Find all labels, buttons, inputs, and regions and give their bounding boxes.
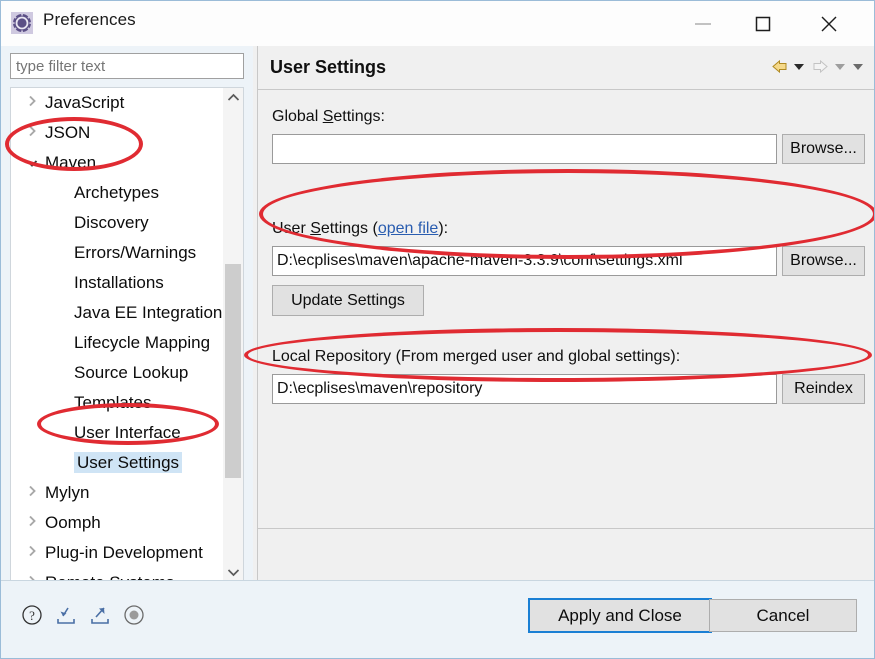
sidebar-item-plug-in-development[interactable]: Plug-in Development bbox=[11, 538, 223, 568]
sidebar-item-archetypes[interactable]: Archetypes bbox=[11, 178, 223, 208]
panel-body: Global Settings: Browse... User Settings… bbox=[258, 90, 874, 621]
reindex-button[interactable]: Reindex bbox=[782, 374, 865, 404]
preferences-tree-items: JavaScript JSON Maven Archetypes Discovery Er… bbox=[11, 88, 223, 583]
sidebar-item-label: JavaScript bbox=[45, 93, 125, 112]
sidebar-item-label: Maven bbox=[45, 153, 97, 172]
sidebar-item-label: Discovery bbox=[74, 213, 149, 232]
user-settings-browse-button[interactable]: Browse... bbox=[782, 246, 865, 276]
footer-icon-bar: ? bbox=[21, 604, 145, 626]
sidebar-item-label: Mylyn bbox=[45, 483, 90, 502]
scroll-up-button[interactable] bbox=[223, 88, 243, 108]
sidebar-item-oomph[interactable]: Oomph bbox=[11, 508, 223, 538]
global-settings-label: Global Settings: bbox=[272, 108, 385, 125]
dialog-footer: ? Apply and Close Cancel bbox=[1, 580, 874, 658]
sidebar-item-label: Templates bbox=[74, 393, 152, 412]
chevron-right-icon[interactable] bbox=[25, 88, 39, 118]
window-title: Preferences bbox=[43, 10, 136, 29]
sidebar-item-lifecycle-mapping[interactable]: Lifecycle Mapping bbox=[11, 328, 223, 358]
global-settings-input[interactable] bbox=[272, 134, 777, 164]
chevron-right-icon[interactable] bbox=[25, 478, 39, 508]
preferences-sidebar: JavaScript JSON Maven Archetypes Discovery Er… bbox=[1, 46, 253, 613]
sidebar-item-label: JSON bbox=[45, 123, 91, 142]
sidebar-item-label: User Interface bbox=[74, 423, 181, 442]
sidebar-item-json[interactable]: JSON bbox=[11, 118, 223, 148]
minimize-icon bbox=[694, 18, 712, 30]
oomph-record-icon[interactable] bbox=[123, 604, 145, 626]
sidebar-item-label: Plug-in Development bbox=[45, 543, 203, 562]
chevron-up-icon bbox=[227, 89, 240, 107]
sidebar-item-mylyn[interactable]: Mylyn bbox=[11, 478, 223, 508]
sidebar-item-templates[interactable]: Templates bbox=[11, 388, 223, 418]
user-settings-input[interactable] bbox=[272, 246, 777, 276]
chevron-right-icon[interactable] bbox=[25, 538, 39, 568]
preferences-gear-icon bbox=[11, 12, 33, 34]
close-icon bbox=[819, 14, 839, 34]
forward-arrow-icon bbox=[811, 57, 830, 76]
sidebar-item-label: Oomph bbox=[45, 513, 101, 532]
forward-menu-chevron-down-icon bbox=[834, 57, 848, 76]
tree-vertical-scrollbar[interactable] bbox=[223, 88, 243, 583]
sidebar-item-source-lookup[interactable]: Source Lookup bbox=[11, 358, 223, 388]
sidebar-item-label: Archetypes bbox=[74, 183, 160, 202]
apply-and-close-button[interactable]: Apply and Close bbox=[528, 598, 712, 633]
global-settings-browse-button[interactable]: Browse... bbox=[782, 134, 865, 164]
sidebar-item-user-interface[interactable]: User Interface bbox=[11, 418, 223, 448]
panel-nav-toolbar bbox=[770, 57, 866, 76]
sidebar-item-label: Lifecycle Mapping bbox=[74, 333, 211, 352]
chevron-down-icon[interactable] bbox=[25, 148, 39, 178]
sidebar-item-label: Java EE Integration bbox=[74, 303, 223, 322]
svg-text:?: ? bbox=[29, 608, 35, 623]
back-menu-chevron-down-icon[interactable] bbox=[793, 57, 807, 76]
dialog-content: JavaScript JSON Maven Archetypes Discovery Er… bbox=[1, 46, 874, 621]
sidebar-item-java-ee-integration[interactable]: Java EE Integration bbox=[11, 298, 223, 328]
settings-panel: User Settings Global Settings: Browse...… bbox=[257, 46, 874, 621]
panel-header: User Settings bbox=[258, 46, 874, 90]
sidebar-item-errors-warnings[interactable]: Errors/Warnings bbox=[11, 238, 223, 268]
maximize-icon bbox=[754, 15, 772, 33]
local-repository-label: Local Repository (From merged user and g… bbox=[272, 348, 681, 365]
panel-footer-divider bbox=[258, 528, 874, 529]
close-button[interactable] bbox=[804, 1, 854, 46]
preferences-dialog: Preferences JavaScriptJS bbox=[0, 0, 875, 659]
sidebar-item-label: Source Lookup bbox=[74, 363, 189, 382]
sidebar-item-javascript[interactable]: JavaScript bbox=[11, 88, 223, 118]
sidebar-item-maven[interactable]: Maven bbox=[11, 148, 223, 178]
sidebar-item-label: Installations bbox=[74, 273, 164, 292]
sidebar-item-label: Errors/Warnings bbox=[74, 243, 197, 262]
chevron-right-icon[interactable] bbox=[25, 508, 39, 538]
user-settings-label: User Settings (open file): bbox=[272, 220, 449, 237]
chevron-right-icon[interactable] bbox=[25, 118, 39, 148]
sidebar-item-installations[interactable]: Installations bbox=[11, 268, 223, 298]
preferences-tree: JavaScript JSON Maven Archetypes Discovery Er… bbox=[10, 87, 244, 584]
import-icon[interactable] bbox=[55, 604, 77, 626]
page-title: User Settings bbox=[270, 57, 387, 77]
export-icon[interactable] bbox=[89, 604, 111, 626]
back-arrow-icon[interactable] bbox=[770, 57, 789, 76]
sidebar-item-label: User Settings bbox=[74, 452, 183, 473]
title-bar: Preferences bbox=[1, 1, 874, 46]
sidebar-item-user-settings[interactable]: User Settings bbox=[11, 448, 223, 478]
sidebar-item-discovery[interactable]: Discovery bbox=[11, 208, 223, 238]
filter-input[interactable] bbox=[10, 53, 244, 79]
update-settings-button[interactable]: Update Settings bbox=[272, 285, 424, 316]
cancel-button[interactable]: Cancel bbox=[709, 599, 857, 632]
help-icon[interactable]: ? bbox=[21, 604, 43, 626]
tree-scroll-thumb[interactable] bbox=[225, 264, 241, 478]
view-menu-chevron-down-icon[interactable] bbox=[852, 57, 866, 76]
minimize-button[interactable] bbox=[678, 1, 728, 46]
open-file-link[interactable]: open file bbox=[378, 220, 439, 237]
local-repository-input[interactable] bbox=[272, 374, 777, 404]
maximize-button[interactable] bbox=[738, 1, 788, 46]
